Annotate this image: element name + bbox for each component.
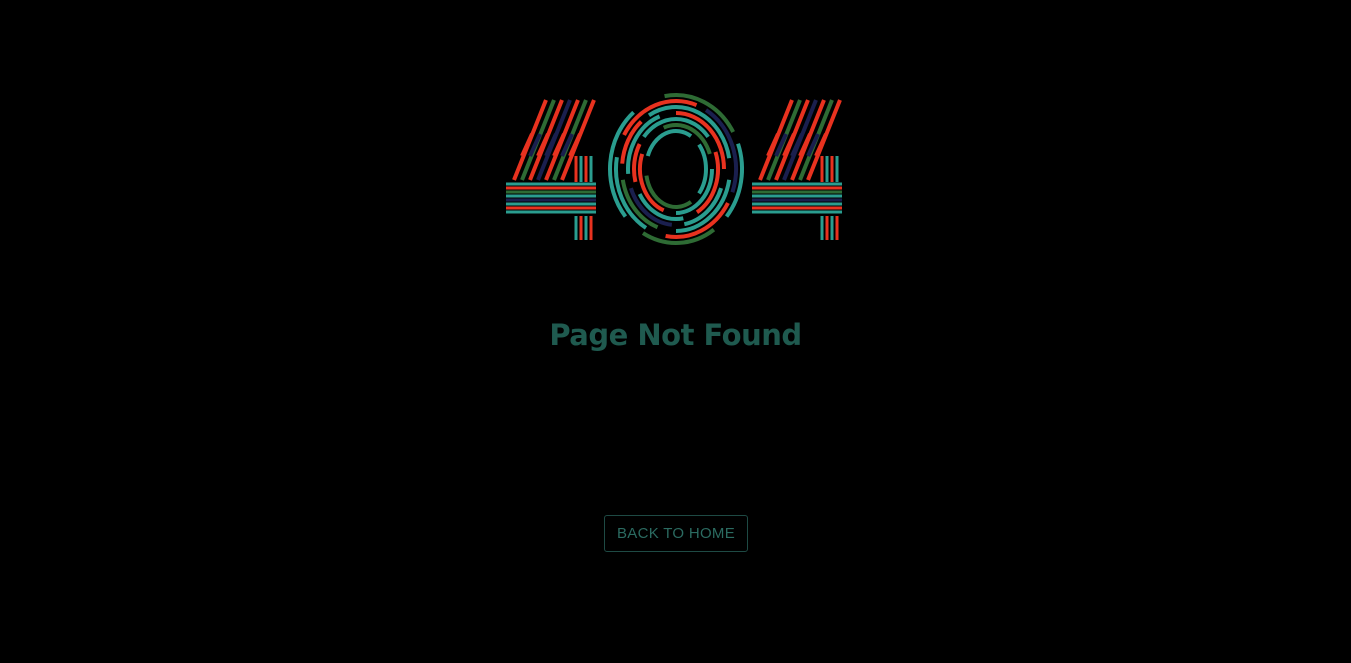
back-to-home-button[interactable]: BACK TO HOME [604, 515, 748, 552]
digit-zero [608, 93, 744, 245]
404-graphic [506, 93, 842, 245]
page-title: Page Not Found [549, 318, 802, 352]
digit-four-right [752, 99, 842, 240]
zero-ring-segment [645, 129, 693, 157]
digit-four-left [506, 99, 596, 240]
zero-ring-segment [697, 143, 708, 195]
